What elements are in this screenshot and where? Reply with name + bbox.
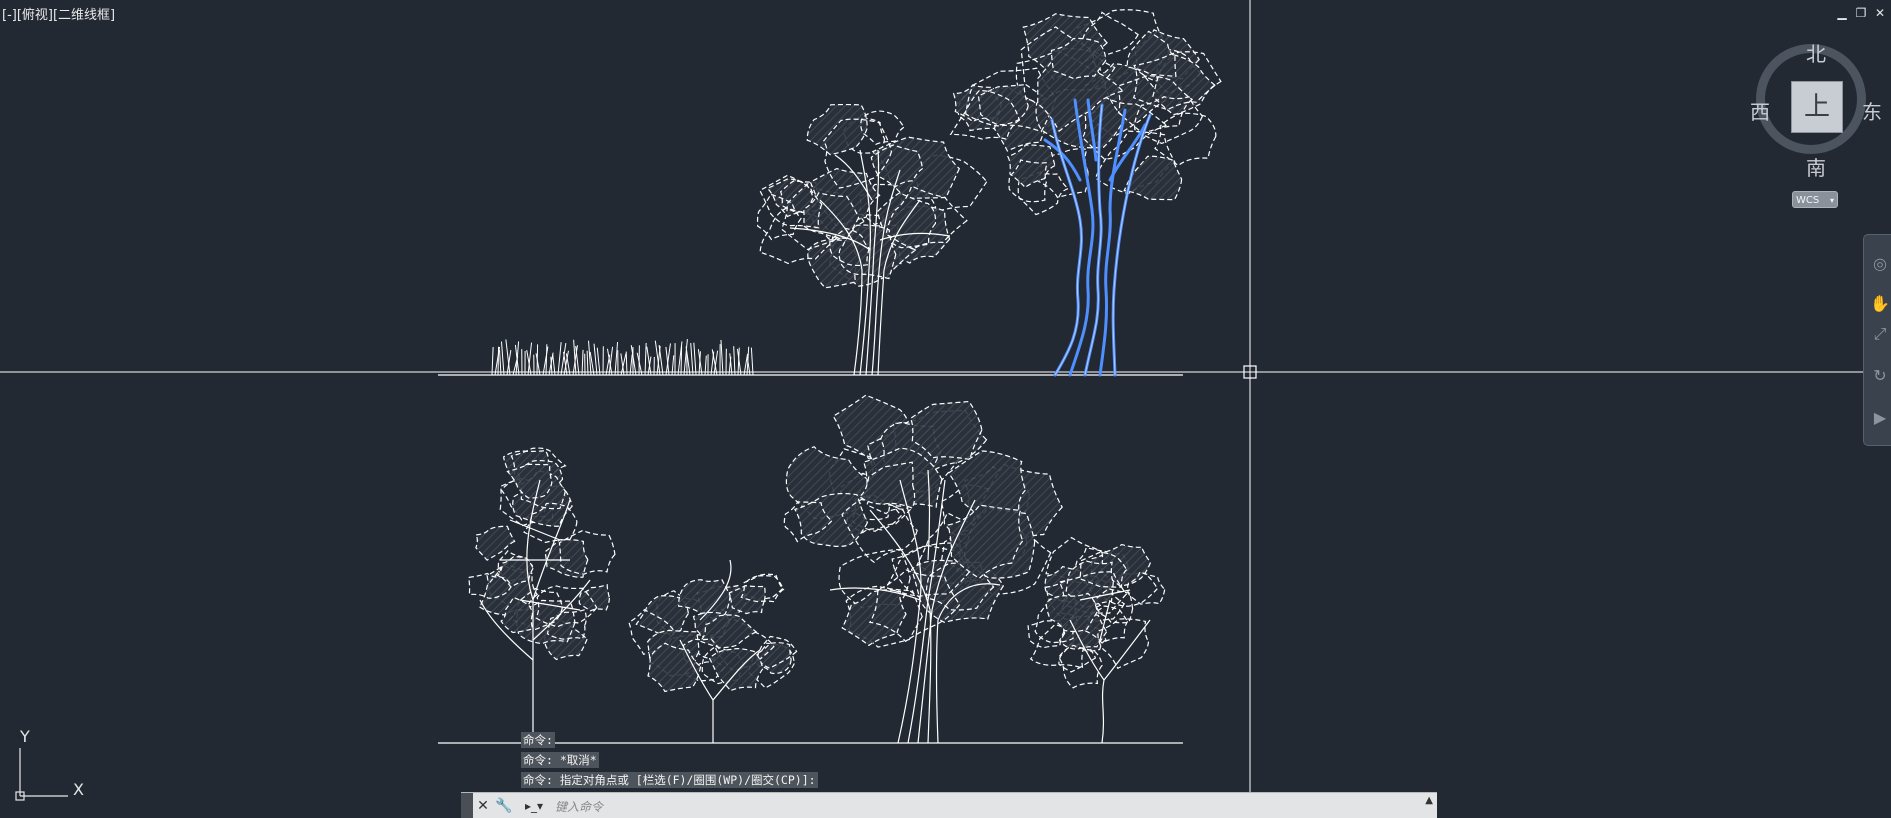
tree-elevation-5[interactable] (783, 394, 1063, 744)
command-line-grip[interactable] (461, 793, 473, 818)
grass-blade (588, 340, 592, 376)
grass-blade (545, 344, 548, 376)
tree-elevation-2-selected[interactable] (949, 9, 1222, 377)
tree-elevation-6[interactable] (1027, 536, 1166, 744)
navigation-bar[interactable]: ◎ ✋ ⤢ ↻ ▶ (1863, 234, 1891, 446)
canopy-cloud (841, 589, 907, 647)
canopy-cloud (1007, 144, 1056, 189)
ucs-icon (15, 748, 68, 801)
shrub-elevation-4[interactable] (628, 559, 798, 743)
chevron-up-icon[interactable]: ▲ (1425, 795, 1433, 806)
grass-blade (750, 347, 754, 376)
canopy-cloud (544, 538, 589, 578)
command-input[interactable] (553, 796, 1387, 818)
grass-blade (614, 341, 619, 376)
command-history-line-3: 命令: 指定对角点或 [栏选(F)/圈围(WP)/圈交(CP)]: (521, 772, 818, 788)
showmotion-icon[interactable]: ▶ (1870, 407, 1890, 429)
tree-elevation-3[interactable] (467, 447, 616, 743)
grass-blade (733, 346, 736, 376)
compass-south[interactable]: 南 (1806, 152, 1826, 181)
grass-blade (581, 349, 584, 376)
grass-blade (593, 343, 598, 376)
grass-blade (720, 339, 724, 376)
canopy-cloud (474, 525, 516, 561)
grass-blade (557, 342, 562, 376)
ucs-x-label: X (73, 780, 84, 799)
command-history-line-2: 命令: *取消* (521, 752, 599, 768)
wcs-menu-button[interactable]: WCS ▾ (1792, 191, 1838, 208)
compass-west[interactable]: 西 (1750, 96, 1770, 125)
viewport-controls-label[interactable]: [-][俯视][二维线框] (2, 4, 115, 23)
grass-blade (499, 350, 502, 376)
grass-blade (690, 343, 694, 376)
drawing-viewport[interactable]: Y X [-][俯视][二维线框] ▁ ❐ ✕ 上 北 南 西 东 WCS ▾ … (0, 0, 1891, 818)
tree-elevation-1[interactable] (756, 103, 988, 376)
canopy-cloud (860, 110, 905, 146)
chevron-down-icon: ▾ (1829, 196, 1834, 205)
canopy-cloud (1097, 618, 1150, 670)
command-prompt-icon[interactable]: ▸_▾ (519, 796, 549, 816)
compass-north[interactable]: 北 (1806, 38, 1826, 67)
compass-east[interactable]: 东 (1862, 96, 1882, 125)
grass-blade (693, 342, 697, 376)
canopy-cloud (1123, 155, 1183, 201)
grass-blade (500, 341, 505, 376)
canopy-cloud (806, 103, 868, 156)
minimize-icon[interactable]: ▁ (1835, 6, 1849, 20)
viewcube[interactable]: 上 北 南 西 东 (1750, 38, 1884, 180)
zoom-icon[interactable]: ⤢ (1870, 323, 1890, 345)
restore-icon[interactable]: ❐ (1854, 6, 1868, 20)
close-icon[interactable]: ✕ (475, 796, 491, 816)
wrench-icon[interactable]: 🔧 (495, 796, 512, 816)
grass-blade (491, 346, 494, 376)
command-history-line-1: 命令: (521, 732, 555, 748)
orbit-icon[interactable]: ↻ (1870, 365, 1890, 387)
grass-blade (644, 342, 647, 376)
viewcube-top-face[interactable]: 上 (1791, 81, 1843, 133)
steering-wheel-icon[interactable]: ◎ (1870, 253, 1890, 275)
close-icon[interactable]: ✕ (1873, 6, 1887, 20)
grass-blade (586, 350, 589, 376)
grass-blade (596, 347, 601, 376)
wcs-label: WCS (1796, 195, 1820, 206)
canopy-cloud (708, 648, 764, 692)
grass-blade (497, 346, 500, 376)
pan-icon[interactable]: ✋ (1870, 293, 1890, 315)
grass-block[interactable] (491, 338, 754, 376)
grass-blade (625, 351, 628, 376)
grass-blade (680, 345, 683, 376)
command-line[interactable]: ✕ 🔧 ▸_▾ ▲ (461, 792, 1437, 818)
drawing-canvas[interactable] (0, 0, 1891, 818)
ucs-y-label: Y (20, 727, 30, 746)
